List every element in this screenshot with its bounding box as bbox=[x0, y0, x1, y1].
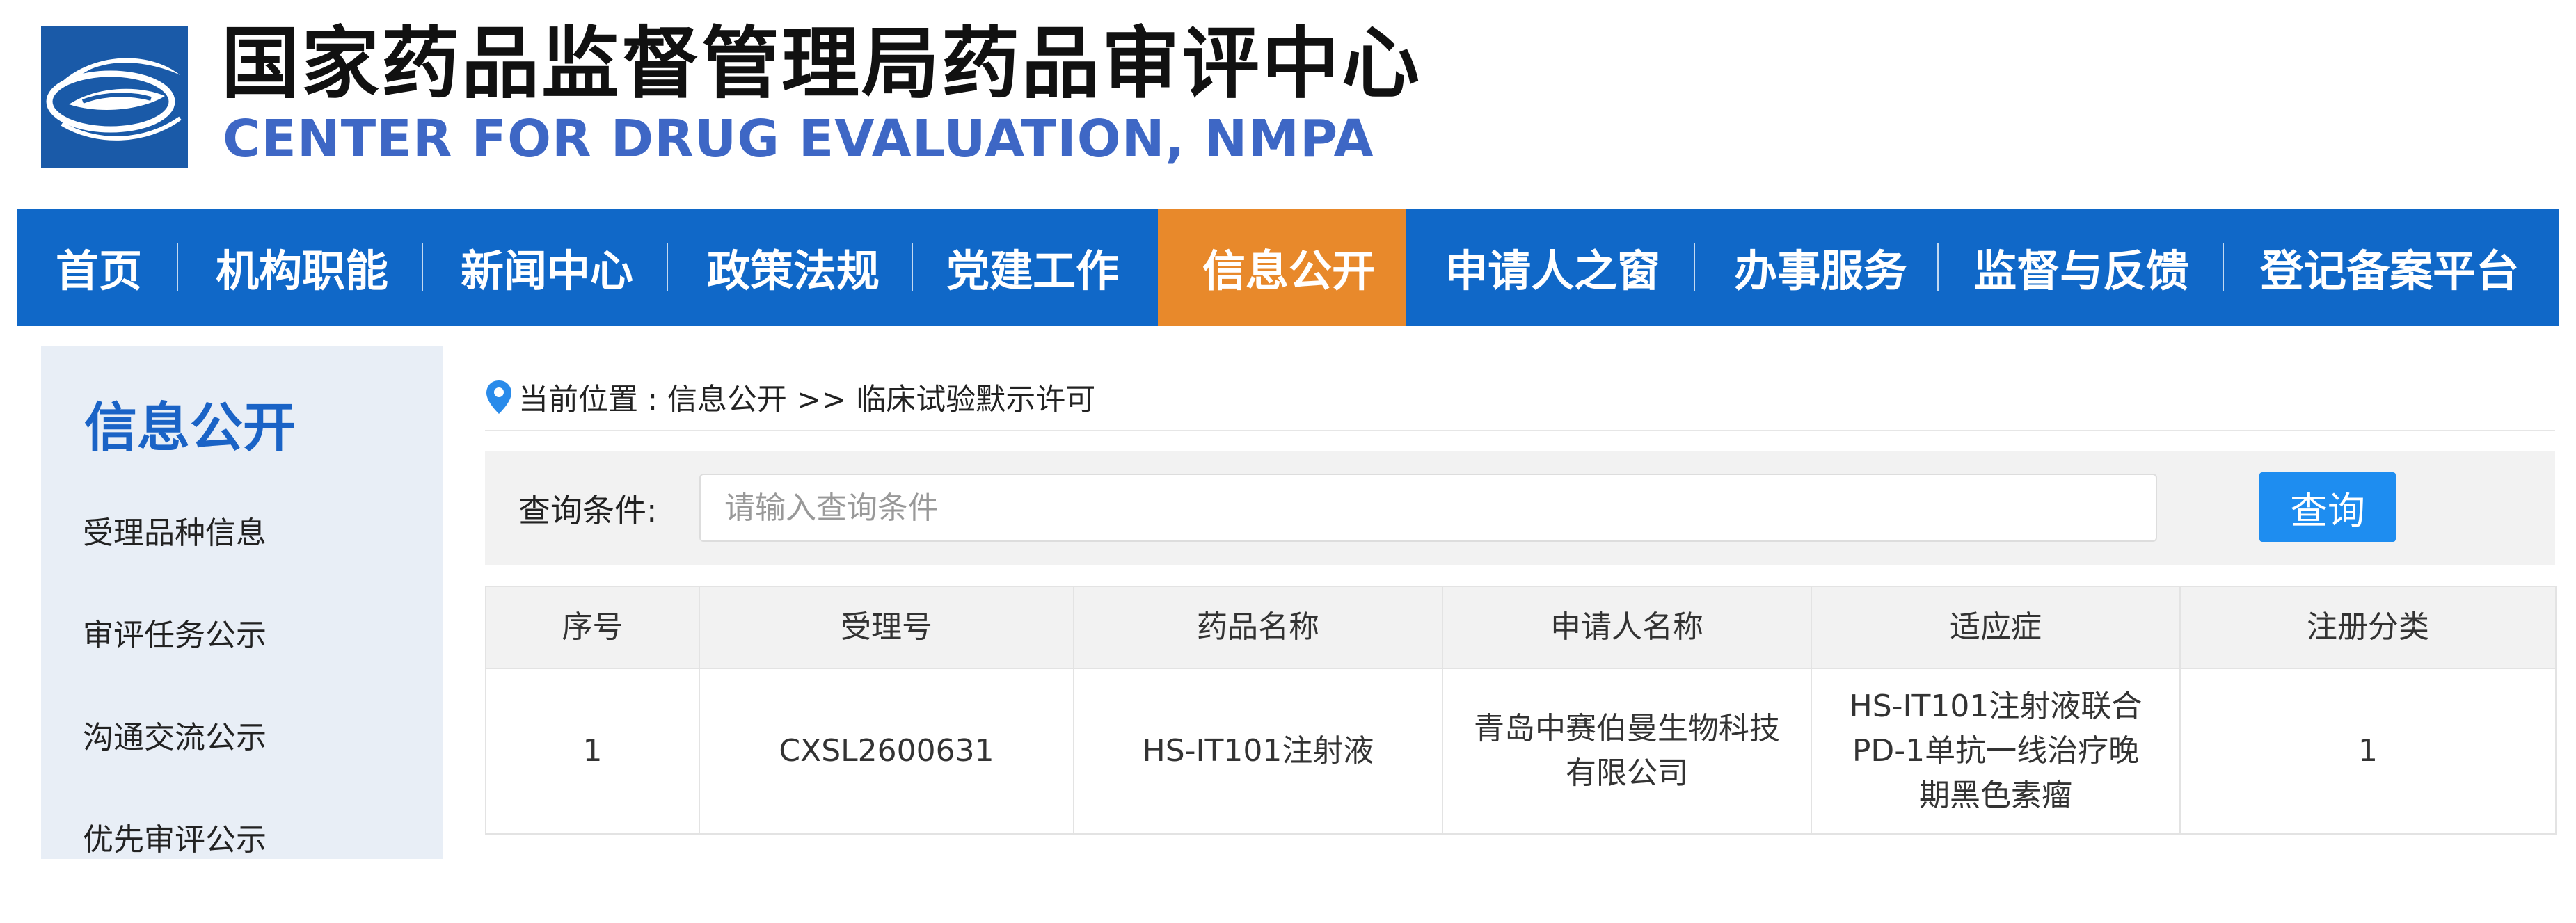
results-table: 序号 受理号 药品名称 申请人名称 适应症 注册分类 1 CXSL2600631… bbox=[485, 586, 2557, 835]
site-header: 国家药品监督管理局药品审评中心 CENTER FOR DRUG EVALUATI… bbox=[0, 0, 2576, 209]
cell-indication: HS-IT101注射液联合PD-1单抗一线治疗晚期黑色素瘤 bbox=[1811, 668, 2181, 835]
cell-drug-name: HS-IT101注射液 bbox=[1073, 668, 1443, 835]
nav-item-applicant[interactable]: 申请人之窗 bbox=[1406, 209, 1694, 326]
main-nav: 首页 机构职能 新闻中心 政策法规 党建工作 信息公开 申请人之窗 办事服务 监… bbox=[17, 209, 2559, 326]
column-header-acceptance-no: 受理号 bbox=[699, 586, 1074, 669]
sidebar-title: 信息公开 bbox=[84, 396, 296, 458]
table-header-row: 序号 受理号 药品名称 申请人名称 适应症 注册分类 bbox=[485, 586, 2557, 669]
cell-index: 1 bbox=[485, 668, 700, 835]
site-title-cn: 国家药品监督管理局药品审评中心 bbox=[221, 19, 1422, 109]
nav-item-info-disclosure[interactable]: 信息公开 bbox=[1158, 209, 1406, 326]
nav-item-policy[interactable]: 政策法规 bbox=[668, 209, 912, 326]
sidebar-item-priority-review[interactable]: 优先审评公示 bbox=[83, 814, 267, 859]
location-pin-icon bbox=[486, 380, 511, 414]
nav-item-news[interactable]: 新闻中心 bbox=[423, 209, 667, 326]
column-header-indication: 适应症 bbox=[1811, 586, 2181, 669]
column-header-applicant: 申请人名称 bbox=[1442, 586, 1812, 669]
breadcrumb-divider bbox=[485, 430, 2555, 431]
sidebar-item-review-tasks[interactable]: 审评任务公示 bbox=[83, 610, 267, 655]
cell-registration-class: 1 bbox=[2179, 668, 2557, 835]
search-label: 查询条件: bbox=[518, 492, 658, 529]
cde-logo-graphic bbox=[41, 26, 188, 168]
search-input[interactable] bbox=[699, 474, 2157, 542]
nav-item-home[interactable]: 首页 bbox=[56, 209, 177, 326]
sidebar-item-communication[interactable]: 沟通交流公示 bbox=[83, 712, 267, 757]
nav-item-services[interactable]: 办事服务 bbox=[1695, 209, 1937, 326]
site-title-en: CENTER FOR DRUG EVALUATION, NMPA bbox=[223, 109, 1374, 169]
cell-acceptance-no: CXSL2600631 bbox=[699, 668, 1074, 835]
cde-logo-icon[interactable] bbox=[41, 26, 188, 168]
table-row[interactable]: 1 CXSL2600631 HS-IT101注射液 青岛中赛伯曼生物科技有限公司… bbox=[485, 668, 2557, 835]
column-header-registration-class: 注册分类 bbox=[2179, 586, 2557, 669]
sidebar-item-accepted-varieties[interactable]: 受理品种信息 bbox=[83, 508, 267, 552]
nav-item-supervision[interactable]: 监督与反馈 bbox=[1939, 209, 2223, 326]
sidebar: 信息公开 受理品种信息 审评任务公示 沟通交流公示 优先审评公示 bbox=[41, 346, 443, 859]
nav-item-party[interactable]: 党建工作 bbox=[913, 209, 1158, 326]
nav-item-organization[interactable]: 机构职能 bbox=[178, 209, 422, 326]
search-panel: 查询条件: 查询 bbox=[485, 451, 2555, 565]
breadcrumb: 当前位置 : 信息公开 >> 临床试验默示许可 bbox=[485, 376, 1095, 419]
column-header-index: 序号 bbox=[485, 586, 700, 669]
breadcrumb-text: 当前位置 : 信息公开 >> 临床试验默示许可 bbox=[518, 383, 1096, 417]
search-button[interactable]: 查询 bbox=[2259, 472, 2396, 542]
column-header-drug-name: 药品名称 bbox=[1073, 586, 1443, 669]
nav-item-registration-platform[interactable]: 登记备案平台 bbox=[2224, 209, 2519, 326]
cell-applicant: 青岛中赛伯曼生物科技有限公司 bbox=[1442, 668, 1812, 835]
